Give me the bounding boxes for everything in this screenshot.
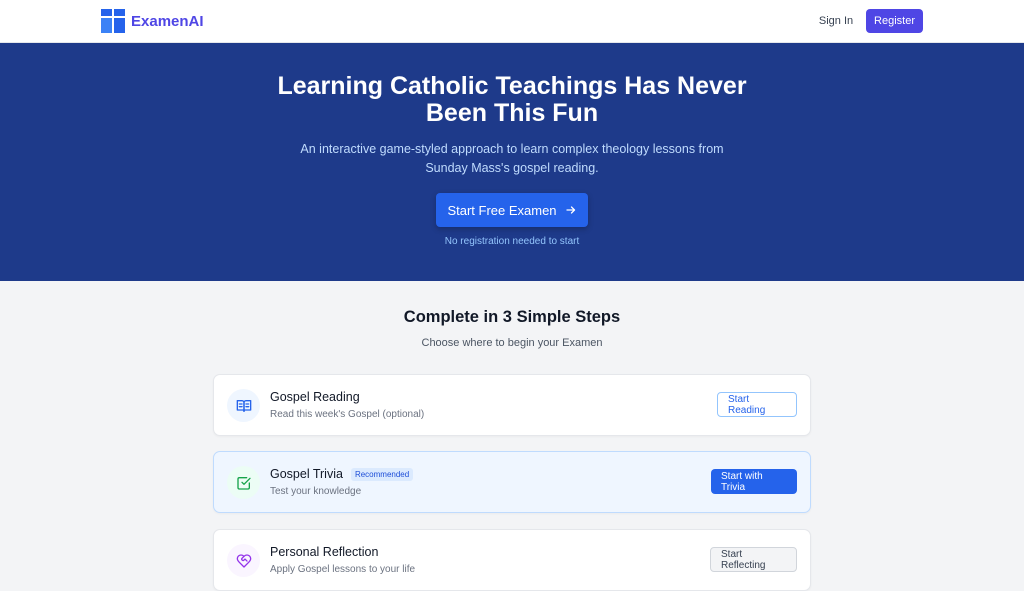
hero-title: Learning Catholic Teachings Has Never Be… xyxy=(277,72,747,127)
check-square-icon xyxy=(227,466,260,499)
step-title-text: Personal Reflection xyxy=(270,545,379,559)
start-reflecting-button[interactable]: Start Reflecting xyxy=(710,547,797,572)
brand-logo[interactable]: ExamenAI xyxy=(101,9,204,33)
hero-note: No registration needed to start xyxy=(444,236,580,247)
step-description: Test your knowledge xyxy=(270,486,362,497)
start-free-examen-button[interactable]: Start Free Examen xyxy=(436,193,588,227)
step-card-gospel-trivia: Gospel Trivia Recommended Test your know… xyxy=(213,451,811,513)
step-description: Apply Gospel lessons to your life xyxy=(270,564,416,575)
sign-in-link[interactable]: Sign In xyxy=(812,9,860,33)
brand-name: ExamenAI xyxy=(131,12,204,30)
step-title: Personal Reflection xyxy=(270,545,378,559)
step-title-text: Gospel Trivia xyxy=(270,467,343,481)
recommended-badge: Recommended xyxy=(350,467,414,481)
step-card-gospel-reading: Gospel Reading Read this week's Gospel (… xyxy=(213,374,811,436)
hero-section: Learning Catholic Teachings Has Never Be… xyxy=(0,43,1024,281)
step-description: Read this week's Gospel (optional) xyxy=(270,409,425,420)
start-with-trivia-button[interactable]: Start with Trivia xyxy=(711,469,797,494)
step-title: Gospel Reading xyxy=(270,390,360,404)
cta-label: Start Free Examen xyxy=(447,202,557,218)
grid-logo-icon xyxy=(101,9,125,33)
arrow-right-icon xyxy=(565,206,575,214)
step-title-text: Gospel Reading xyxy=(270,390,360,404)
start-reading-button[interactable]: Start Reading xyxy=(717,392,797,417)
heart-handshake-icon xyxy=(227,544,260,577)
step-title: Gospel Trivia Recommended xyxy=(270,467,414,481)
book-open-icon xyxy=(227,389,260,422)
step-card-personal-reflection: Personal Reflection Apply Gospel lessons… xyxy=(213,529,811,591)
hero-subtitle: An interactive game-styled approach to l… xyxy=(300,142,724,175)
steps-subtitle: Choose where to begin your Examen xyxy=(421,337,603,349)
steps-title: Complete in 3 Simple Steps xyxy=(403,308,621,326)
register-button[interactable]: Register xyxy=(866,9,923,33)
top-navbar: ExamenAI Sign In Register xyxy=(0,0,1024,43)
